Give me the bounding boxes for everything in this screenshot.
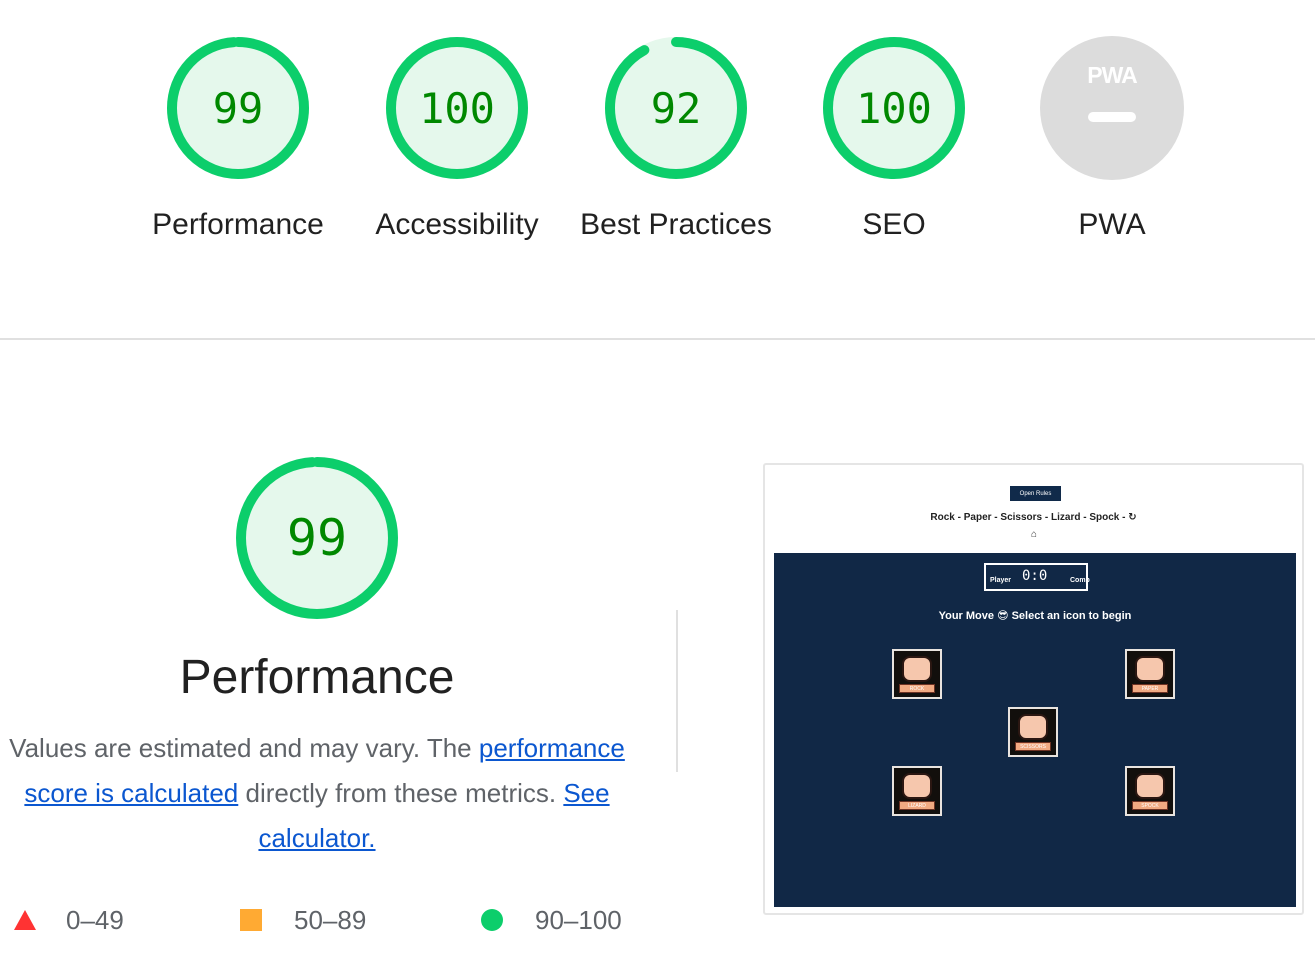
hand-icon — [1018, 714, 1048, 740]
gauge-performance[interactable]: 99 — [166, 36, 310, 180]
scoreboard: Player 0:0 Comp — [984, 563, 1090, 591]
game-title: Rock - Paper - Scissors - Lizard - Spock… — [930, 512, 1137, 523]
player-label: Player — [990, 577, 1012, 584]
circle-icon — [481, 909, 503, 931]
icon-label: SCISSORS — [1015, 742, 1051, 751]
score-value: 100 — [419, 83, 495, 133]
legend-pass-label: 90–100 — [535, 904, 622, 935]
rock-icon: ROCK — [892, 649, 942, 699]
lizard-icon: LIZARD — [892, 766, 942, 816]
score-value: 92 — [650, 83, 702, 133]
category-label: SEO — [862, 208, 926, 241]
score-value: 99 — [212, 83, 264, 133]
hand-icon — [1135, 656, 1165, 682]
icon-label: LIZARD — [899, 801, 935, 810]
final-screenshot[interactable]: Open Rules Rock - Paper - Scissors - Liz… — [763, 463, 1304, 915]
hand-icon — [902, 656, 932, 682]
pwa-badge-text: PWA — [1087, 62, 1137, 88]
hand-icon — [1135, 773, 1165, 799]
triangle-icon — [14, 910, 36, 930]
gauge-seo[interactable]: 100 — [822, 36, 966, 180]
square-icon — [240, 909, 262, 931]
score-value: 0:0 — [1022, 568, 1048, 584]
category-label: Performance — [152, 208, 324, 241]
pwa-badge-icon — [1040, 36, 1184, 180]
performance-score: 99 — [286, 509, 348, 567]
legend-fail: 0–49 — [14, 900, 124, 940]
open-rules-button: Open Rules — [1010, 486, 1061, 501]
hand-icon — [902, 773, 932, 799]
performance-gauge: 99 — [235, 456, 399, 620]
vertical-divider — [676, 610, 678, 772]
github-icon: ⌂ — [1030, 529, 1038, 540]
icon-label: SPOCK — [1132, 801, 1168, 810]
category-label: Accessibility — [375, 208, 539, 241]
legend-pass: 90–100 — [481, 900, 622, 940]
performance-title: Performance — [179, 651, 455, 704]
comp-label: Comp — [1070, 577, 1090, 584]
move-prompt: Your Move 😎 Select an icon to begin — [938, 610, 1132, 622]
gauge-best-practices[interactable]: 92 — [604, 36, 748, 180]
gauge-accessibility[interactable]: 100 — [385, 36, 529, 180]
category-label: PWA — [1078, 208, 1146, 241]
legend-average: 50–89 — [240, 900, 366, 940]
game-area: Player 0:0 Comp Your Move 😎 Select an ic… — [774, 553, 1296, 907]
desc-prefix: Values are estimated and may vary. The — [9, 733, 479, 763]
gauge-pwa[interactable]: PWA — [1040, 36, 1184, 180]
score-value: 100 — [856, 83, 932, 133]
category-label: Best Practices — [580, 208, 772, 241]
paper-icon: PAPER — [1125, 649, 1175, 699]
performance-description: Values are estimated and may vary. The p… — [0, 726, 634, 861]
scissors-icon: SCISSORS — [1008, 707, 1058, 757]
legend-fail-label: 0–49 — [66, 904, 124, 935]
section-divider — [0, 338, 1315, 340]
desc-mid: directly from these metrics. — [238, 778, 564, 808]
icon-label: ROCK — [899, 684, 935, 693]
legend-average-label: 50–89 — [294, 904, 367, 935]
icon-label: PAPER — [1132, 684, 1168, 693]
spock-icon: SPOCK — [1125, 766, 1175, 816]
